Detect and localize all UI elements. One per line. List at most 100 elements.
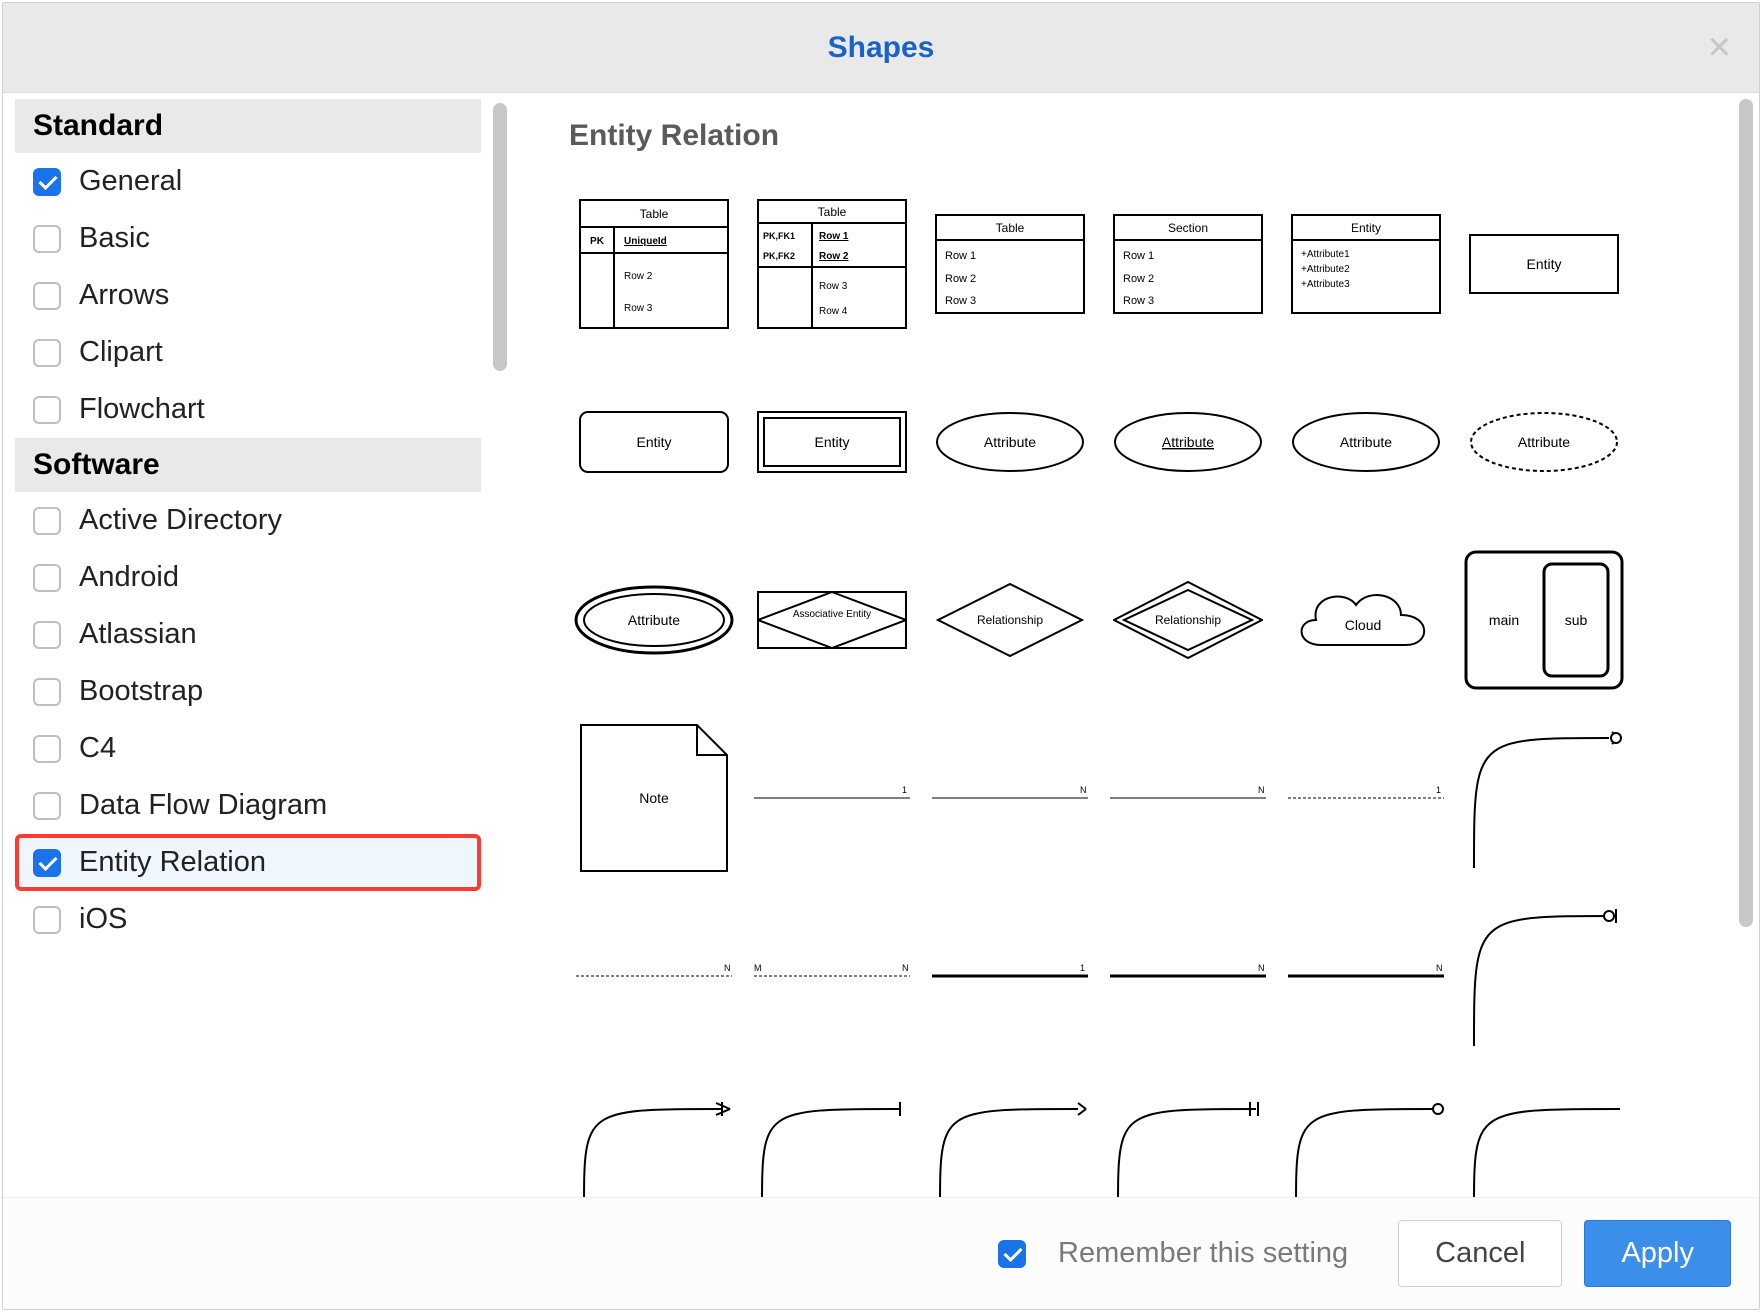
sidebar-item-label: iOS — [79, 903, 127, 936]
preview-scrollbar[interactable] — [1739, 99, 1753, 927]
sidebar-item-clipart[interactable]: Clipart — [15, 324, 481, 381]
shape-curve-3[interactable] — [925, 1069, 1095, 1197]
sidebar-item-c4[interactable]: C4 — [15, 720, 481, 777]
checkbox[interactable] — [33, 792, 61, 820]
svg-text:1: 1 — [1080, 963, 1085, 973]
checkbox[interactable] — [33, 564, 61, 592]
shape-table-pkfk[interactable]: Table PK,FK1 Row 1 PK,FK2 Row 2 Row 3 Ro… — [747, 179, 917, 349]
sidebar-item-ios[interactable]: iOS — [15, 891, 481, 948]
shape-connector-7[interactable]: 1 — [925, 891, 1095, 1061]
shape-associative-entity[interactable]: Associative Entity — [747, 535, 917, 705]
category-header: Software — [15, 438, 481, 492]
shape-entity-rect-simple[interactable]: Entity — [1459, 179, 1629, 349]
svg-text:Row 3: Row 3 — [945, 295, 976, 307]
svg-text:Relationship: Relationship — [1155, 613, 1221, 627]
shape-attribute-oval[interactable]: Attribute — [925, 357, 1095, 527]
sidebar-item-android[interactable]: Android — [15, 549, 481, 606]
sidebar-scrollbar[interactable] — [493, 103, 507, 371]
checkbox[interactable] — [33, 282, 61, 310]
sidebar-item-arrows[interactable]: Arrows — [15, 267, 481, 324]
shape-connector-6[interactable]: MN — [747, 891, 917, 1061]
shape-connector-8[interactable]: N — [1103, 891, 1273, 1061]
shape-category-sidebar[interactable]: StandardGeneralBasicArrowsClipartFlowcha… — [15, 99, 481, 1197]
shape-connector-9[interactable]: N — [1281, 891, 1451, 1061]
svg-text:Row 3: Row 3 — [1123, 295, 1154, 307]
sidebar-item-atlassian[interactable]: Atlassian — [15, 606, 481, 663]
shape-curve-end1[interactable] — [1459, 713, 1629, 883]
sidebar-item-bootstrap[interactable]: Bootstrap — [15, 663, 481, 720]
shape-entity-rect[interactable]: Entity — [569, 357, 739, 527]
shape-attribute-key[interactable]: Attribute — [1103, 357, 1273, 527]
checkbox[interactable] — [33, 678, 61, 706]
dialog-body: StandardGeneralBasicArrowsClipartFlowcha… — [3, 93, 1759, 1197]
remember-setting[interactable]: Remember this setting — [998, 1237, 1348, 1270]
sidebar-item-label: Bootstrap — [79, 675, 203, 708]
checkbox[interactable] — [33, 906, 61, 934]
sidebar-item-label: C4 — [79, 732, 116, 765]
preview-section-title: Entity Relation — [569, 119, 1745, 153]
checkbox[interactable] — [33, 339, 61, 367]
shape-relationship-identifying[interactable]: Relationship — [1103, 535, 1273, 705]
svg-text:Row 3: Row 3 — [624, 303, 653, 314]
shape-connector-3[interactable]: N — [1103, 713, 1273, 883]
shape-attribute-oval2[interactable]: Attribute — [1281, 357, 1451, 527]
shape-list-entity[interactable]: Entity +Attribute1 +Attribute2 +Attribut… — [1281, 179, 1451, 349]
sidebar-item-general[interactable]: General — [15, 153, 481, 210]
checkbox[interactable] — [33, 735, 61, 763]
svg-text:sub: sub — [1565, 612, 1588, 628]
svg-text:Cloud: Cloud — [1345, 617, 1382, 633]
category-header: Standard — [15, 99, 481, 153]
shape-relationship[interactable]: Relationship — [925, 535, 1095, 705]
shape-list-table[interactable]: Table Row 1 Row 2 Row 3 — [925, 179, 1095, 349]
svg-text:N: N — [1436, 963, 1443, 973]
svg-text:PK,FK1: PK,FK1 — [763, 231, 795, 241]
checkbox[interactable] — [33, 621, 61, 649]
checkbox[interactable] — [33, 225, 61, 253]
svg-text:Attribute: Attribute — [984, 434, 1036, 450]
shape-entity-double[interactable]: Entity — [747, 357, 917, 527]
shape-table-pk[interactable]: Table PK UniqueId Row 2 Row 3 — [569, 179, 739, 349]
checkbox[interactable] — [33, 507, 61, 535]
svg-text:N: N — [724, 963, 731, 973]
svg-text:PK,FK2: PK,FK2 — [763, 251, 795, 261]
shape-attribute-derived[interactable]: Attribute — [1459, 357, 1629, 527]
apply-button[interactable]: Apply — [1584, 1220, 1731, 1287]
remember-checkbox[interactable] — [998, 1240, 1026, 1268]
sidebar-item-entity-relation[interactable]: Entity Relation — [15, 834, 481, 891]
shape-curve-1[interactable] — [569, 1069, 739, 1197]
sidebar-item-flowchart[interactable]: Flowchart — [15, 381, 481, 438]
shape-curve-6[interactable] — [1459, 1069, 1629, 1197]
shape-curve-end2[interactable] — [1459, 891, 1629, 1061]
shape-cloud[interactable]: Cloud — [1281, 535, 1451, 705]
remember-label: Remember this setting — [1058, 1237, 1348, 1270]
shape-connector-2[interactable]: N — [925, 713, 1095, 883]
shape-curve-4[interactable] — [1103, 1069, 1273, 1197]
svg-text:Table: Table — [996, 221, 1025, 235]
cancel-button[interactable]: Cancel — [1398, 1220, 1562, 1287]
close-icon[interactable]: × — [1708, 25, 1731, 70]
sidebar-item-label: Android — [79, 561, 179, 594]
shape-note[interactable]: Note — [569, 713, 739, 883]
shape-hierarchy[interactable]: mainsub — [1459, 535, 1629, 705]
svg-text:Row 2: Row 2 — [945, 273, 976, 285]
shape-preview-pane: Entity Relation Table PK UniqueId Row 2 … — [513, 93, 1759, 1197]
sidebar-item-basic[interactable]: Basic — [15, 210, 481, 267]
shape-connector-4[interactable]: 1 — [1281, 713, 1451, 883]
svg-text:Row 2: Row 2 — [624, 271, 653, 282]
sidebar-item-active-directory[interactable]: Active Directory — [15, 492, 481, 549]
shape-curve-2[interactable] — [747, 1069, 917, 1197]
shape-connector-1[interactable]: 1 — [747, 713, 917, 883]
checkbox[interactable] — [33, 168, 61, 196]
shape-curve-5[interactable] — [1281, 1069, 1451, 1197]
checkbox[interactable] — [33, 849, 61, 877]
svg-text:Relationship: Relationship — [977, 613, 1043, 627]
svg-text:Entity: Entity — [1526, 256, 1561, 272]
svg-text:N: N — [1258, 785, 1265, 795]
sidebar-item-label: Data Flow Diagram — [79, 789, 327, 822]
checkbox[interactable] — [33, 396, 61, 424]
shape-attribute-multivalued[interactable]: Attribute — [569, 535, 739, 705]
sidebar-item-data-flow-diagram[interactable]: Data Flow Diagram — [15, 777, 481, 834]
svg-text:Row 3: Row 3 — [819, 281, 848, 292]
shape-connector-5[interactable]: N — [569, 891, 739, 1061]
shape-list-section[interactable]: Section Row 1 Row 2 Row 3 — [1103, 179, 1273, 349]
